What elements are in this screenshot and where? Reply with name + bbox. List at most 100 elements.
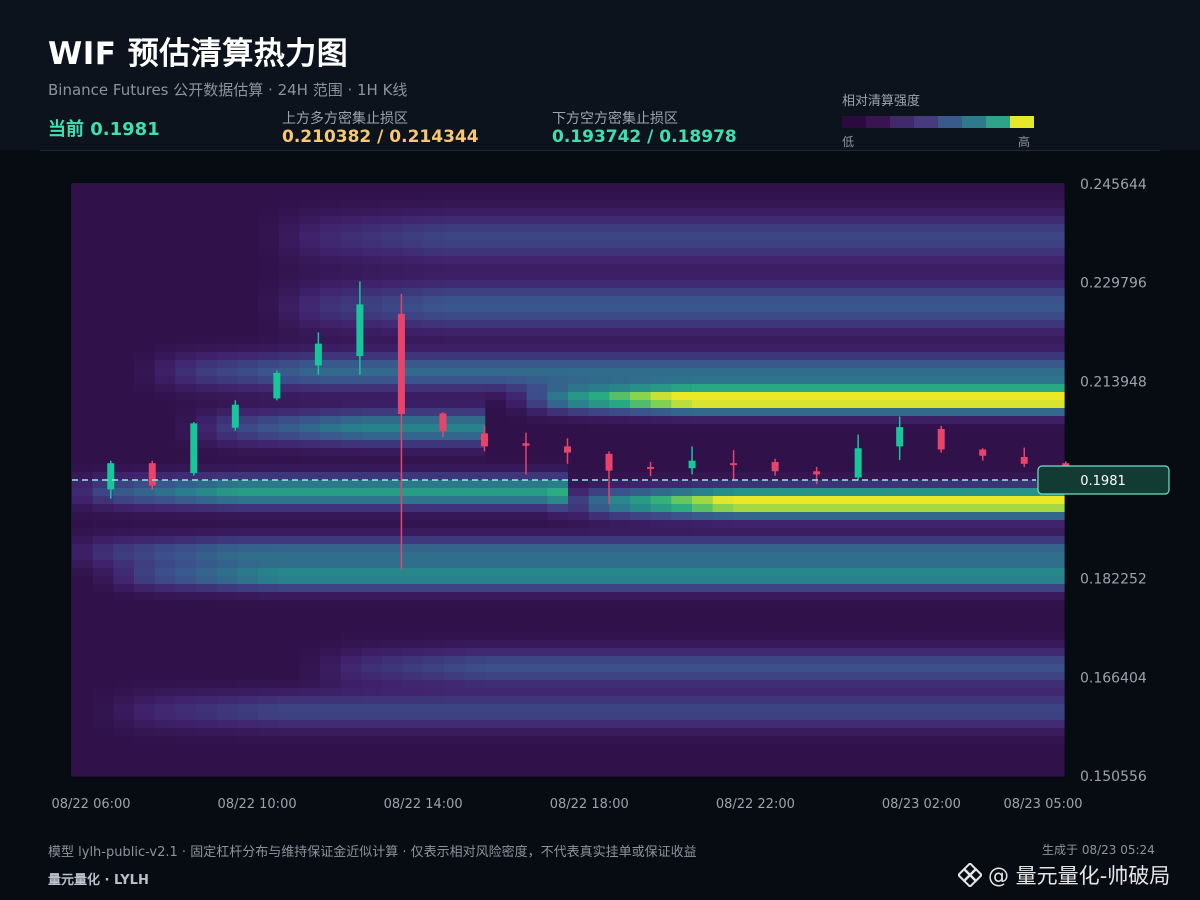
heat-cell: [650, 400, 672, 409]
heat-cell: [774, 696, 796, 705]
heat-cell: [733, 504, 755, 513]
heat-cell: [878, 216, 900, 225]
heat-cell: [216, 280, 238, 289]
heat-cell: [464, 568, 486, 577]
heat-cell: [299, 488, 321, 497]
heat-cell: [299, 696, 321, 705]
heat-cell: [836, 216, 858, 225]
heat-cell: [857, 240, 879, 249]
heat-cell: [733, 200, 755, 209]
heat-cell: [1002, 200, 1024, 209]
heat-cell: [898, 648, 920, 657]
heat-cell: [196, 448, 218, 457]
heat-cell: [382, 464, 404, 473]
heat-cell: [981, 336, 1003, 345]
heat-cell: [816, 624, 838, 633]
heat-cell: [981, 584, 1003, 593]
heat-cell: [72, 560, 94, 569]
heat-cell: [464, 288, 486, 297]
heat-cell: [898, 696, 920, 705]
heat-cell: [216, 448, 238, 457]
heat-cell: [836, 608, 858, 617]
heat-cell: [878, 616, 900, 625]
heat-cell: [444, 264, 466, 273]
heat-cell: [547, 408, 569, 417]
heat-cell: [278, 728, 300, 737]
heat-cell: [154, 368, 176, 377]
heat-cell: [981, 504, 1003, 513]
heat-cell: [278, 672, 300, 681]
heat-cell: [402, 392, 424, 401]
heat-cell: [836, 672, 858, 681]
heat-cell: [733, 584, 755, 593]
heat-cell: [196, 408, 218, 417]
heat-cell: [712, 736, 734, 745]
heat-cell: [1002, 760, 1024, 769]
heat-cell: [650, 368, 672, 377]
heat-cell: [72, 552, 94, 561]
heat-cell: [754, 688, 776, 697]
heat-cell: [857, 320, 879, 329]
heat-cell: [361, 760, 383, 769]
heat-cell: [898, 184, 920, 193]
heat-cell: [568, 440, 590, 449]
heat-cell: [237, 720, 259, 729]
heat-cell: [1022, 296, 1044, 305]
heat-cell: [795, 592, 817, 601]
heat-cell: [402, 528, 424, 537]
heat-cell: [940, 576, 962, 585]
heat-cell: [857, 264, 879, 273]
heat-cell: [526, 216, 548, 225]
heat-cell: [898, 736, 920, 745]
heat-cell: [981, 752, 1003, 761]
heat-cell: [981, 232, 1003, 241]
heat-cell: [878, 656, 900, 665]
heat-cell: [1022, 768, 1044, 777]
heat-cell: [774, 192, 796, 201]
heat-cell: [547, 232, 569, 241]
heat-cell: [940, 480, 962, 489]
heat-cell: [650, 416, 672, 425]
heat-cell: [134, 392, 156, 401]
heat-cell: [981, 424, 1003, 433]
heat-cell: [175, 656, 197, 665]
heat-cell: [237, 272, 259, 281]
heat-cell: [712, 400, 734, 409]
heat-cell: [258, 320, 280, 329]
heat-cell: [361, 528, 383, 537]
heat-cell: [795, 232, 817, 241]
heat-cell: [816, 552, 838, 561]
heat-cell: [919, 384, 941, 393]
heat-cell: [774, 528, 796, 537]
heat-cell: [568, 632, 590, 641]
heat-cell: [774, 720, 796, 729]
heat-cell: [464, 296, 486, 305]
heat-cell: [754, 416, 776, 425]
heat-cell: [526, 200, 548, 209]
heat-cell: [630, 624, 652, 633]
heat-cell: [1022, 760, 1044, 769]
heat-cell: [733, 184, 755, 193]
heat-cell: [464, 752, 486, 761]
heat-cell: [92, 408, 114, 417]
heat-cell: [237, 232, 259, 241]
heat-cell: [898, 224, 920, 233]
heat-cell: [754, 672, 776, 681]
heat-cell: [258, 560, 280, 569]
heat-cell: [382, 576, 404, 585]
heat-cell: [547, 304, 569, 313]
heat-cell: [299, 528, 321, 537]
heat-cell: [258, 224, 280, 233]
heat-cell: [816, 520, 838, 529]
heat-cell: [196, 704, 218, 713]
heat-cell: [795, 424, 817, 433]
heat-cell: [444, 456, 466, 465]
heat-cell: [237, 432, 259, 441]
heat-cell: [1022, 384, 1044, 393]
heat-cell: [898, 368, 920, 377]
heat-cell: [361, 664, 383, 673]
liquidation-heatmap-chart: 0.1981 0.2456440.2297960.2139480.1822520…: [51, 177, 1170, 812]
heat-cell: [1002, 264, 1024, 273]
heat-cell: [836, 272, 858, 281]
heat-cell: [196, 224, 218, 233]
